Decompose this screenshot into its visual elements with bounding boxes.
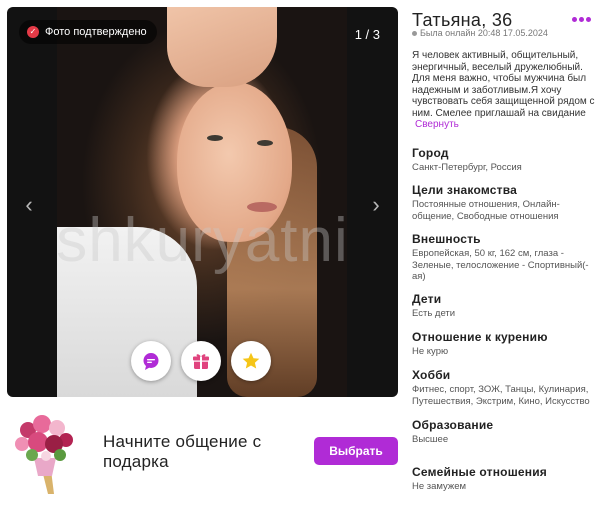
photo-counter: 1 / 3 [354, 27, 380, 42]
verified-badge: ✓ Фото подтверждено [19, 20, 157, 44]
detail-value: Не курю [412, 346, 449, 357]
detail-children: Дети Есть дети [412, 292, 600, 320]
detail-city: Город Санкт-Петербург, Россия [412, 146, 600, 174]
gift-icon [193, 354, 209, 369]
detail-value: Фитнес, спорт, ЗОЖ, Танцы, Кулинария, Пу… [412, 384, 590, 407]
detail-label: Внешность [412, 232, 481, 246]
detail-value: Есть дети [412, 308, 456, 319]
photo-eye-right [257, 140, 273, 146]
detail-hobbies: Хобби Фитнес, спорт, ЗОЖ, Танцы, Кулинар… [412, 368, 600, 407]
choose-gift-button[interactable]: Выбрать [314, 437, 398, 465]
detail-value: Санкт-Петербург, Россия [412, 162, 522, 173]
more-options-icon[interactable] [572, 17, 591, 22]
gift-promo-text: Начните общение с подарка [103, 432, 262, 471]
detail-family: Семейные отношения Не замужем [412, 465, 600, 493]
bouquet-image [15, 415, 73, 494]
bio-text: Я человек активный, общительный, энергич… [412, 50, 595, 119]
detail-value: Европейская, 50 кг, 162 см, глаза - Зеле… [412, 248, 589, 282]
detail-smoking: Отношение к курению Не курю [412, 330, 600, 358]
chat-bubble-icon [143, 353, 159, 370]
detail-value: Постоянные отношения, Онлайн-общение, Св… [412, 199, 560, 222]
watermark: shkuryatni [56, 206, 349, 275]
detail-label: Цели знакомства [412, 183, 517, 197]
gift-button[interactable] [181, 341, 221, 381]
star-icon [242, 352, 260, 369]
profile-bio: Я человек активный, общительный, энергич… [412, 50, 600, 131]
message-button[interactable] [131, 341, 171, 381]
detail-label: Семейные отношения [412, 465, 548, 479]
check-icon: ✓ [27, 26, 39, 38]
detail-label: Город [412, 146, 449, 160]
detail-education: Образование Высшее [412, 418, 600, 446]
status-dot-icon [412, 30, 417, 36]
collapse-link[interactable]: Свернуть [415, 119, 459, 130]
photo-hand [167, 7, 277, 87]
photo-eye-left [207, 135, 223, 141]
photo-card: ✓ Фото подтверждено 1 / 3 ‹ › shkuryatni [7, 7, 398, 397]
detail-label: Отношение к курению [412, 330, 548, 344]
detail-appearance: Внешность Европейская, 50 кг, 162 см, гл… [412, 232, 600, 283]
detail-label: Хобби [412, 368, 451, 382]
online-status: Была онлайн 20:48 17.05.2024 [412, 28, 548, 38]
detail-label: Дети [412, 292, 442, 306]
photo-actions [131, 341, 271, 381]
profile-photo[interactable] [57, 7, 347, 397]
detail-label: Образование [412, 418, 494, 432]
verified-label: Фото подтверждено [45, 26, 147, 38]
online-status-text: Была онлайн 20:48 17.05.2024 [420, 28, 548, 38]
detail-value: Высшее [412, 434, 449, 445]
detail-value: Не замужем [412, 481, 467, 492]
detail-goals: Цели знакомства Постоянные отношения, Он… [412, 183, 600, 222]
favorite-button[interactable] [231, 341, 271, 381]
